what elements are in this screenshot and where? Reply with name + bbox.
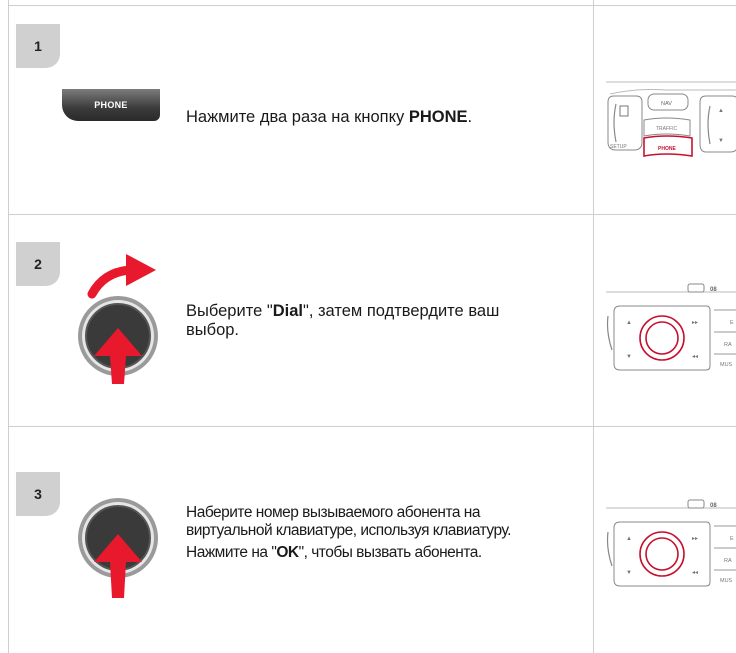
instruction-text: Выберите " (186, 302, 273, 320)
thumbnail-label: RA (724, 558, 732, 564)
thumbnail-icon: ▼ (626, 354, 632, 360)
thumbnail-icon: ▲ (626, 320, 632, 326)
control-panel-thumbnail: 08 ▲ ▼ ▸▸ ◂◂ E RA MUS (606, 280, 736, 380)
table-row-divider (8, 426, 736, 427)
step-instruction: Нажмите два раза на кнопку PHONE. (186, 108, 586, 127)
thumbnail-icon: ▲ (718, 108, 724, 114)
thumbnail-label: E (730, 320, 734, 326)
instruction-text: ", чтобы вызвать абонента. (298, 544, 483, 561)
thumbnail-label: RA (724, 342, 732, 348)
thumbnail-icon: ▸▸ (692, 536, 698, 542)
instruction-keyword: OK (276, 544, 299, 561)
control-panel-thumbnail: 08 ▲ ▼ ▸▸ ◂◂ E RA MUS (606, 496, 736, 596)
thumbnail-icon: ▸▸ (692, 320, 698, 326)
step-instruction: Наберите номер вызываемого абонента на в… (186, 504, 566, 562)
instruction-text: . (467, 108, 473, 126)
table-border-left (8, 0, 9, 653)
thumbnail-label: MUS (720, 362, 733, 368)
rotary-knob-rotate-press-icon (78, 254, 158, 384)
phone-button: PHONE (62, 89, 160, 121)
instruction-keyword: Dial (272, 302, 303, 320)
step-number-badge: 1 (16, 24, 60, 68)
thumbnail-label: MUS (720, 578, 733, 584)
step-number-badge: 2 (16, 242, 60, 286)
instruction-keyword: PHONE (408, 108, 468, 126)
thumbnail-label: NAV (661, 101, 672, 107)
rotary-knob-press-icon (78, 498, 158, 598)
thumbnail-label: 08 (710, 503, 717, 509)
thumbnail-label: E (730, 536, 734, 542)
thumbnail-icon: ◂◂ (692, 570, 698, 576)
thumbnail-label: SETUP (610, 144, 627, 150)
thumbnail-icon: ▲ (626, 536, 632, 542)
thumbnail-icon: ▼ (718, 138, 724, 144)
thumbnail-icon: ◂◂ (692, 354, 698, 360)
instruction-text-line: Нажмите на "OK", чтобы вызвать абонента. (186, 544, 566, 562)
instruction-text: Наберите номер вызываемого абонента на в… (186, 504, 511, 539)
thumbnail-label: PHONE (658, 146, 676, 152)
instruction-text: Нажмите два раза на кнопку (186, 108, 409, 126)
step-number-badge: 3 (16, 472, 60, 516)
instruction-text: Нажмите на " (186, 544, 277, 561)
table-row-divider (8, 214, 736, 215)
thumbnail-label: 08 (710, 287, 717, 293)
thumbnail-label: TRAFFIC (656, 126, 677, 132)
table-border-top (8, 5, 736, 6)
control-panel-thumbnail: SETUP NAV TRAFFIC PHONE ▲ ▼ (606, 72, 736, 168)
table-column-divider (593, 0, 594, 653)
thumbnail-icon: ▼ (626, 570, 632, 576)
step-instruction: Выберите "Dial", затем подтвердите ваш в… (186, 302, 556, 340)
